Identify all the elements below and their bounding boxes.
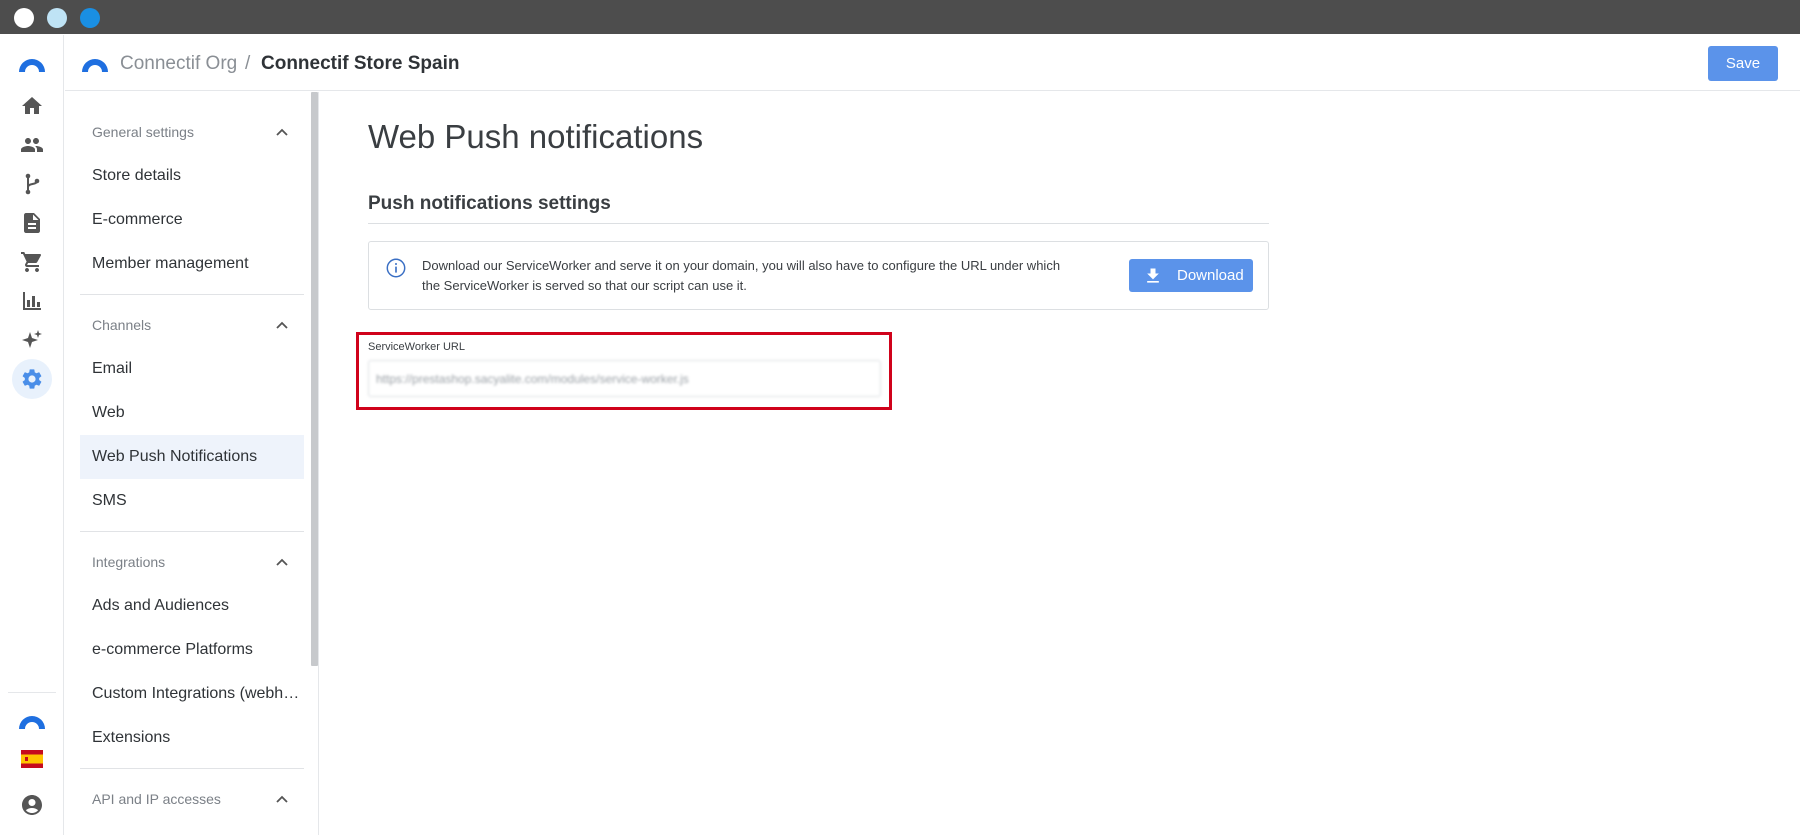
nav-item-extensions[interactable]: Extensions: [80, 716, 304, 760]
nav-section-title: General settings: [92, 124, 194, 140]
nav-scrollbar[interactable]: [311, 92, 318, 666]
chevron-up-icon[interactable]: [274, 317, 290, 333]
people-icon[interactable]: [12, 125, 52, 165]
bar-chart-icon[interactable]: [12, 281, 52, 321]
nav-item-email[interactable]: Email: [80, 347, 304, 391]
connectif-logo-icon[interactable]: [12, 43, 52, 83]
nav-section-title: Channels: [92, 317, 152, 333]
chevron-up-icon[interactable]: [274, 124, 290, 140]
nav-item-store-details[interactable]: Store details: [80, 154, 304, 198]
gear-icon[interactable]: [12, 359, 52, 399]
nav-item-custom-integrations[interactable]: Custom Integrations (webh…: [80, 672, 304, 716]
breadcrumb-store[interactable]: Connectif Store Spain: [261, 52, 459, 76]
nav-item-e-commerce[interactable]: E-commerce: [80, 198, 304, 242]
nav-item-web[interactable]: Web: [80, 391, 304, 435]
window-maximize-button[interactable]: [80, 8, 100, 28]
download-icon: [1147, 268, 1159, 283]
save-button[interactable]: Save: [1708, 46, 1778, 81]
nav-item-web-push-notifications[interactable]: Web Push Notifications: [80, 435, 304, 479]
nav-divider: [80, 768, 304, 769]
page-title: Web Push notifications: [368, 118, 704, 155]
info-text: Download our ServiceWorker and serve it …: [422, 258, 1061, 293]
sparkles-icon[interactable]: [12, 320, 52, 360]
connectif-logo-icon[interactable]: [12, 700, 52, 740]
serviceworker-url-label: ServiceWorker URL: [368, 341, 465, 353]
cart-icon[interactable]: [12, 242, 52, 282]
chevron-up-icon[interactable]: [274, 554, 290, 570]
nav-divider: [80, 294, 304, 295]
rail-divider: [8, 692, 56, 693]
section-title: Push notifications settings: [368, 193, 611, 214]
download-label: Download: [1177, 267, 1244, 284]
nav-section-title: API and IP accesses: [92, 791, 221, 807]
account-icon[interactable]: [12, 785, 52, 825]
icon-rail: [0, 35, 64, 835]
nav-section-integrations[interactable]: Integrations: [80, 540, 304, 584]
window-titlebar: [0, 0, 1800, 34]
home-icon[interactable]: [12, 86, 52, 126]
top-header: Connectif Org / Connectif Store Spain Sa…: [65, 35, 1800, 91]
nav-section-channels[interactable]: Channels: [80, 303, 304, 347]
main-content: Web Push notifications Push notification…: [320, 92, 1800, 835]
serviceworker-info-box: Download our ServiceWorker and serve it …: [368, 241, 1269, 310]
breadcrumb-org[interactable]: Connectif Org: [120, 52, 237, 76]
download-button[interactable]: Download: [1129, 259, 1253, 292]
nav-section-api-and-ip-accesses[interactable]: API and IP accesses: [80, 777, 304, 821]
spain-flag-icon[interactable]: [12, 739, 52, 779]
serviceworker-url-input[interactable]: [368, 360, 881, 397]
window-close-button[interactable]: [14, 8, 34, 28]
document-icon[interactable]: [12, 203, 52, 243]
info-icon: [386, 258, 406, 278]
window-minimize-button[interactable]: [47, 8, 67, 28]
nav-item-ecommerce-platforms[interactable]: e-commerce Platforms: [80, 628, 304, 672]
nav-item-sms[interactable]: SMS: [80, 479, 304, 523]
nav-item-member-management[interactable]: Member management: [80, 242, 304, 286]
settings-nav: General settings Store details E-commerc…: [65, 92, 319, 835]
nav-divider: [80, 531, 304, 532]
breadcrumb-separator: /: [245, 53, 251, 74]
connectif-logo-icon: [82, 59, 108, 72]
chevron-up-icon[interactable]: [274, 791, 290, 807]
section-divider: [368, 223, 1269, 224]
workflow-icon[interactable]: [12, 164, 52, 204]
nav-section-title: Integrations: [92, 554, 166, 570]
nav-section-general-settings[interactable]: General settings: [80, 110, 304, 154]
nav-item-ads-and-audiences[interactable]: Ads and Audiences: [80, 584, 304, 628]
